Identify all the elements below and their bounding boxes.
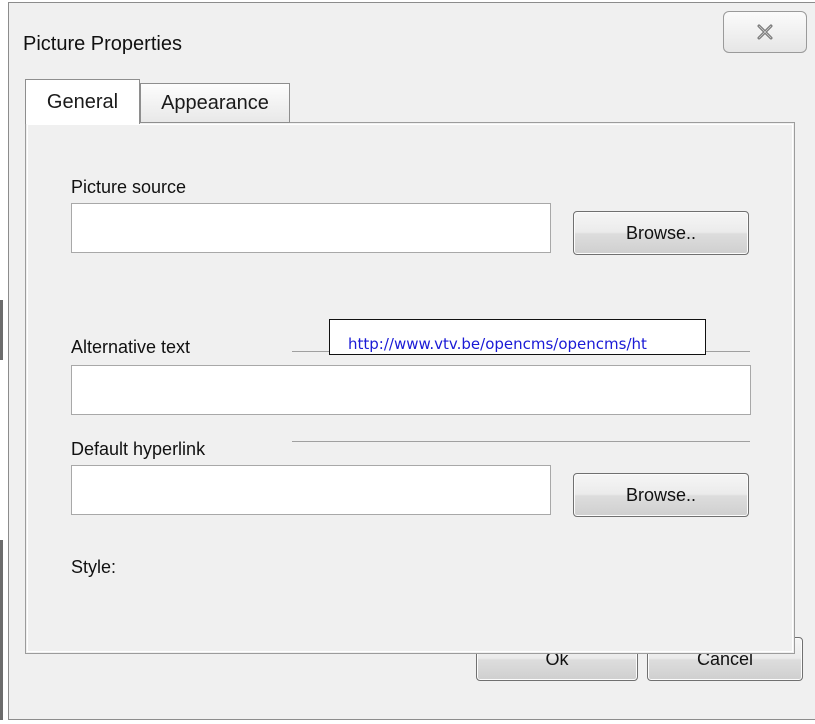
url-tooltip: http://www.vtv.be/opencms/opencms/ht [329, 319, 706, 355]
background-window-edge [0, 300, 3, 360]
picture-properties-dialog: Picture Properties General Appearance Pi… [8, 2, 815, 720]
close-x-icon [757, 24, 773, 40]
tab-appearance-label: Appearance [161, 91, 269, 114]
default-hyperlink-separator [292, 441, 750, 442]
tab-general[interactable]: General [25, 79, 140, 124]
browse-button-label: Browse.. [625, 484, 697, 505]
default-hyperlink-browse-button[interactable]: Browse.. [573, 473, 749, 517]
tooltip-text: http://www.vtv.be/opencms/opencms/ht [348, 335, 647, 353]
picture-source-label: Picture source [71, 177, 187, 197]
default-hyperlink-label: Default hyperlink [71, 439, 206, 459]
picture-source-browse-button[interactable]: Browse.. [573, 211, 749, 255]
background-window-edge [0, 540, 3, 720]
close-button[interactable] [723, 11, 807, 53]
general-tab-panel: Picture source Browse.. Alternative text… [25, 122, 795, 654]
tab-general-label: General [46, 90, 119, 113]
picture-source-input[interactable] [71, 203, 551, 253]
browse-button-label: Browse.. [625, 222, 697, 243]
style-label: Style: [71, 557, 117, 577]
alternative-text-input[interactable] [71, 365, 751, 415]
alternative-text-label: Alternative text [71, 337, 191, 357]
default-hyperlink-input[interactable] [71, 465, 551, 515]
tab-appearance[interactable]: Appearance [140, 83, 290, 123]
title-bar: Picture Properties [9, 3, 815, 75]
dialog-title: Picture Properties [23, 33, 182, 55]
